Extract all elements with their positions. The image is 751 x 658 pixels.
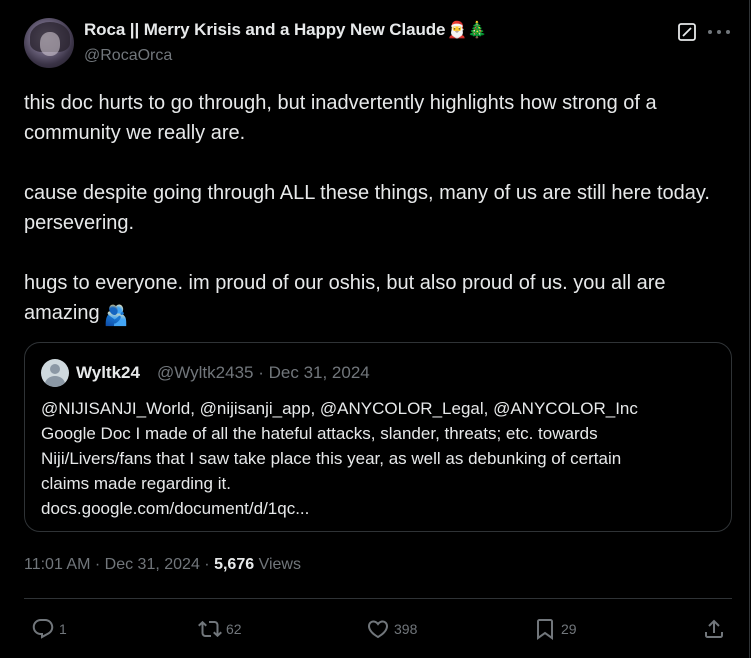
repost-count: 62	[226, 621, 242, 637]
more-dot	[726, 30, 730, 34]
default-avatar-body	[45, 376, 65, 387]
like-button[interactable]: 398	[366, 617, 417, 641]
hug-emoji: 🫂	[103, 305, 129, 327]
tweet-meta: 11:01 AM · Dec 31, 2024 · 5,676 Views	[24, 556, 301, 574]
tweet-time[interactable]: 11:01 AM	[24, 556, 90, 573]
quoted-tweet[interactable]: Wyltk24 @Wyltk2435 · Dec 31, 2024 @NIJIS…	[24, 342, 732, 532]
more-options-icon[interactable]	[708, 22, 730, 42]
views-count: 5,676	[214, 556, 255, 573]
quote-author-handle[interactable]: @Wyltk2435	[157, 363, 253, 382]
quote-line: Niji/Livers/fans that I saw take place t…	[41, 449, 622, 468]
reply-count: 1	[59, 621, 67, 637]
tweet-detail: Roca || Merry Krisis and a Happy New Cla…	[0, 0, 750, 658]
share-icon	[705, 619, 723, 638]
quote-line: @NIJISANJI_World, @nijisanji_app, @ANYCO…	[41, 399, 638, 418]
grok-icon[interactable]	[677, 22, 697, 42]
bookmark-count: 29	[561, 621, 577, 637]
author-handle[interactable]: @RocaOrca	[84, 47, 172, 65]
meta-separator: ·	[204, 556, 210, 573]
like-count: 398	[394, 621, 418, 637]
quote-meta: @Wyltk2435 · Dec 31, 2024	[157, 363, 370, 383]
reply-icon	[32, 619, 54, 639]
tweet-paragraph: cause despite going through ALL these th…	[24, 182, 710, 234]
author-avatar[interactable]	[24, 18, 74, 68]
author-display-name[interactable]: Roca || Merry Krisis and a Happy New Cla…	[84, 20, 487, 40]
tweet-date[interactable]: Dec 31, 2024	[105, 556, 200, 573]
quote-line: Google Doc I made of all the hateful att…	[41, 424, 598, 443]
views-label: Views	[258, 556, 301, 573]
more-dot	[717, 30, 721, 34]
more-dot	[708, 30, 712, 34]
quote-author-name[interactable]: Wyltk24	[76, 363, 140, 383]
repost-icon	[198, 620, 222, 638]
author-name-text: Roca || Merry Krisis and a Happy New Cla…	[84, 20, 446, 39]
quote-text: @NIJISANJI_World, @nijisanji_app, @ANYCO…	[41, 396, 721, 521]
reply-button[interactable]: 1	[31, 617, 67, 641]
author-name-emojis: 🎅🎄	[447, 22, 488, 39]
share-button[interactable]	[702, 617, 726, 641]
divider	[24, 598, 732, 599]
bookmark-icon	[537, 619, 553, 640]
repost-button[interactable]: 62	[198, 617, 242, 641]
heart-icon	[367, 620, 389, 639]
quote-line: claims made regarding it.	[41, 474, 231, 493]
tweet-paragraph: hugs to everyone. im proud of our oshis,…	[24, 268, 729, 331]
quote-link: docs.google.com/document/d/1qc...	[41, 499, 310, 518]
bookmark-button[interactable]: 29	[533, 617, 577, 641]
quote-separator: ·	[258, 363, 264, 382]
tweet-text: this doc hurts to go through, but inadve…	[24, 88, 729, 331]
meta-separator: ·	[94, 556, 101, 573]
avatar-face-shape	[40, 32, 60, 56]
quote-avatar[interactable]	[41, 359, 69, 387]
quote-date[interactable]: Dec 31, 2024	[269, 363, 370, 382]
tweet-paragraph: this doc hurts to go through, but inadve…	[24, 92, 657, 144]
default-avatar-head	[50, 364, 60, 374]
